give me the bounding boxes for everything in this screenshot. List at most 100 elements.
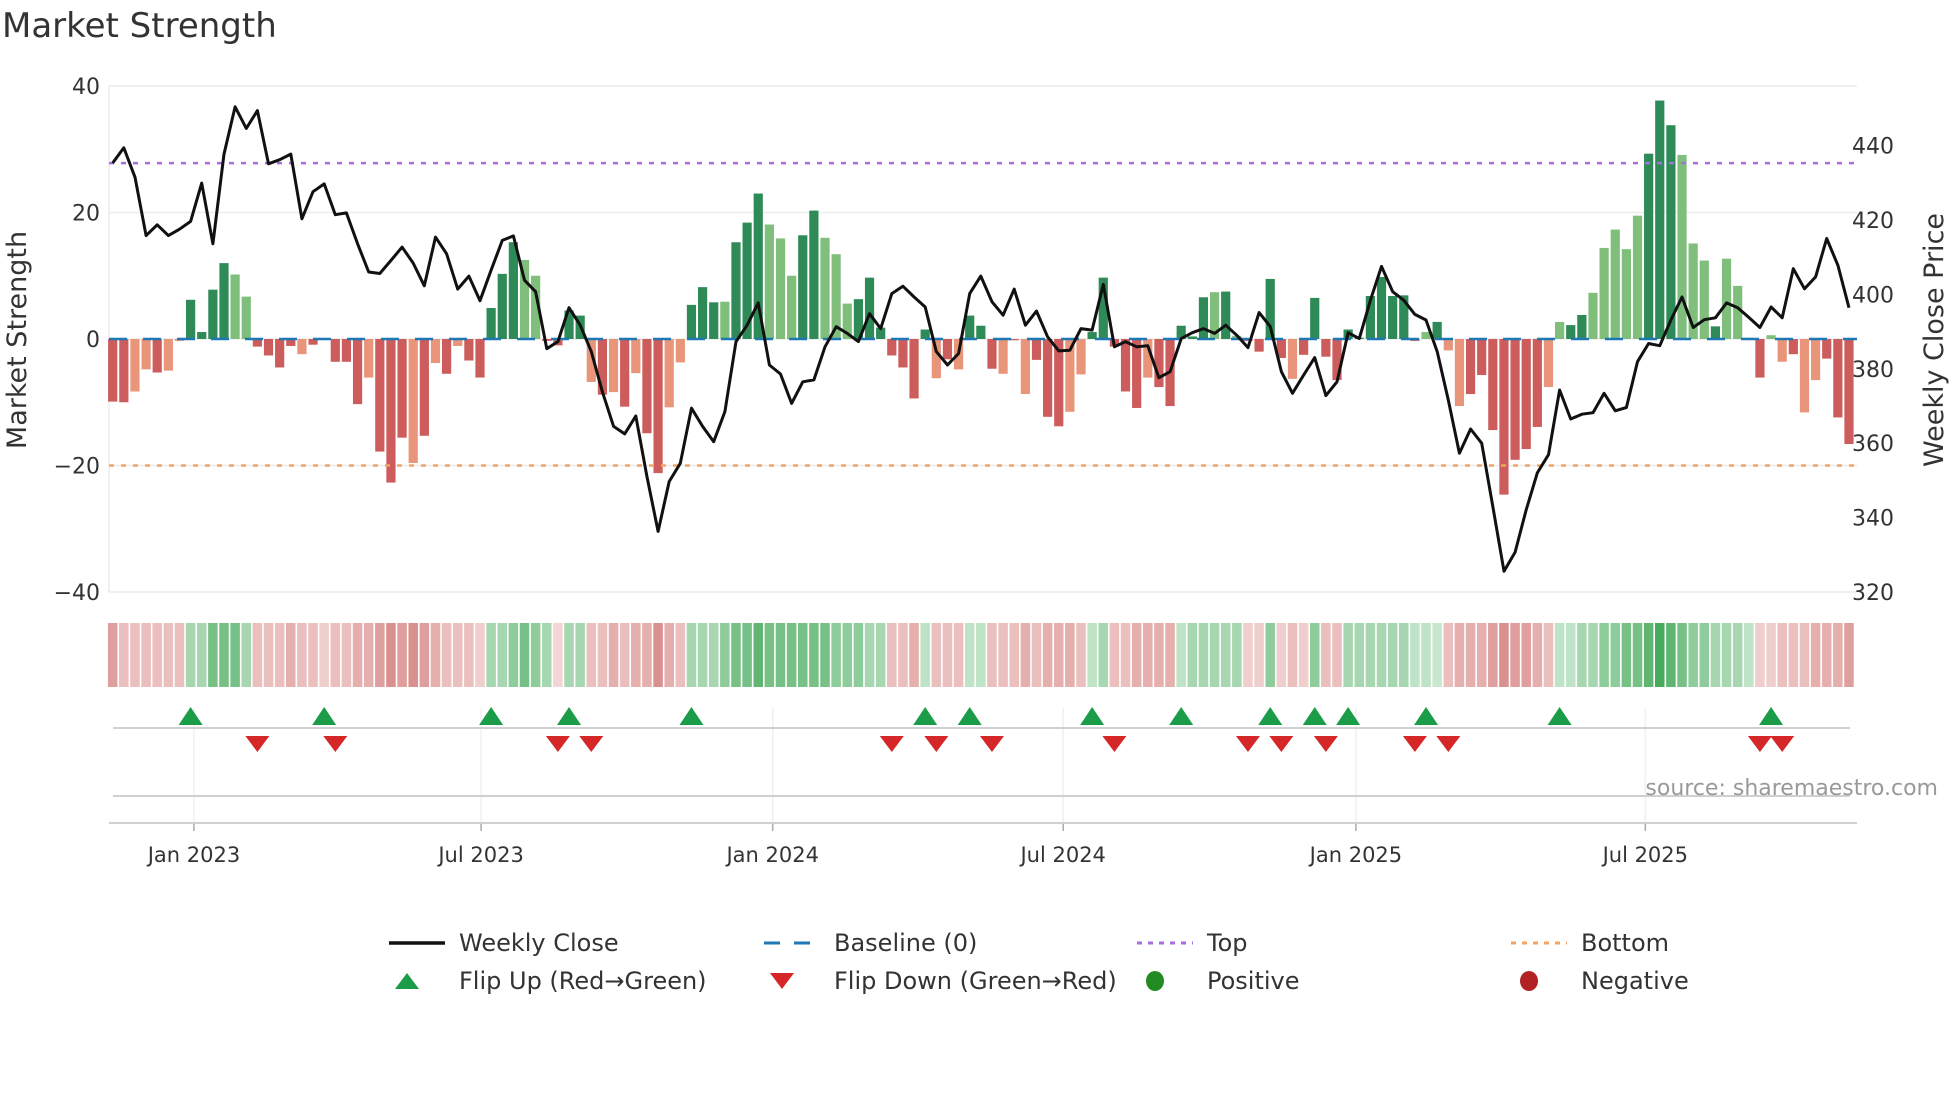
- heat-cell: [553, 623, 563, 687]
- strength-bar: [631, 339, 641, 374]
- strength-bar: [1076, 339, 1086, 375]
- heat-cell: [1365, 623, 1376, 687]
- strength-bar: [887, 339, 897, 356]
- y-axis-title: Market Strength: [2, 231, 33, 449]
- heat-cell: [1031, 623, 1042, 687]
- strength-bar: [219, 263, 229, 339]
- flip-down-marker: [1747, 736, 1772, 752]
- heat-cell: [185, 623, 196, 687]
- strength-bar: [1287, 339, 1298, 379]
- strength-bar: [920, 329, 930, 339]
- legend-item-up: Flip Up (Red→Green): [389, 963, 707, 999]
- heat-cell: [1588, 623, 1598, 687]
- legend-dash-icon: [764, 941, 820, 945]
- flip-up-marker: [913, 707, 938, 725]
- strength-bar: [1632, 215, 1643, 339]
- strength-bar: [1677, 154, 1687, 339]
- heat-cell: [1421, 623, 1431, 687]
- heat-cell: [1232, 623, 1242, 687]
- flip-down-marker: [323, 736, 348, 752]
- strength-bar: [720, 301, 730, 339]
- strength-bar: [1699, 260, 1709, 339]
- heat-cell: [642, 623, 652, 687]
- strength-bar: [1599, 247, 1609, 339]
- y2-tick-label: 360: [1852, 432, 1894, 457]
- strength-bar: [1588, 292, 1598, 339]
- legend-label: Baseline (0): [834, 929, 978, 957]
- heat-cell: [508, 623, 519, 687]
- strength-bar: [1310, 297, 1320, 339]
- heat-cell: [1198, 623, 1209, 687]
- strength-bar: [442, 339, 452, 374]
- flip-down-marker: [1313, 736, 1338, 752]
- heat-cell: [1554, 623, 1565, 687]
- heat-strip: [107, 623, 1854, 687]
- strength-bar: [1477, 339, 1487, 376]
- strength-bar: [1788, 339, 1798, 355]
- strength-bar: [1666, 125, 1676, 339]
- heat-cell: [1488, 623, 1498, 687]
- strength-bar: [1799, 339, 1810, 413]
- strength-bar: [1321, 339, 1331, 357]
- heat-cell: [1143, 623, 1153, 687]
- heat-cell: [1154, 623, 1164, 687]
- strength-bar: [152, 339, 162, 373]
- flip-up-marker: [1547, 707, 1572, 725]
- strength-bar: [1132, 339, 1142, 408]
- flip-down-marker: [979, 736, 1004, 752]
- signal-panel: [113, 707, 1850, 823]
- heat-cell: [1187, 623, 1198, 687]
- heat-cell: [1744, 623, 1754, 687]
- strength-bar: [1610, 229, 1620, 339]
- flip-up-marker: [679, 707, 704, 725]
- flip-up-marker: [957, 707, 982, 725]
- heat-cell: [1521, 623, 1531, 687]
- heat-cell: [163, 623, 174, 687]
- heat-cell: [853, 623, 864, 687]
- strength-bar: [475, 339, 485, 378]
- heat-cell: [542, 623, 552, 687]
- y-tick-label: −40: [54, 581, 100, 606]
- strength-bars: [108, 100, 1854, 495]
- heat-cell: [875, 623, 886, 687]
- strength-bar: [764, 224, 774, 339]
- heat-cell: [1543, 623, 1554, 687]
- strength-bar: [1388, 295, 1398, 339]
- heat-cell: [1209, 623, 1220, 687]
- strength-bar: [1454, 339, 1465, 407]
- heat-cell: [1354, 623, 1365, 687]
- heat-cell: [530, 623, 541, 687]
- heat-cell: [1499, 623, 1509, 687]
- legend-label: Flip Up (Red→Green): [459, 967, 707, 995]
- heat-cell: [742, 623, 752, 687]
- heat-cell: [1220, 623, 1231, 687]
- strength-bar: [430, 339, 441, 364]
- strength-bar: [1031, 339, 1042, 360]
- flip-down-marker: [1770, 736, 1795, 752]
- strength-bar: [898, 339, 908, 368]
- heat-cell: [1276, 623, 1287, 687]
- strength-bar: [230, 274, 240, 339]
- heat-cell: [1376, 623, 1387, 687]
- heat-cell: [1087, 623, 1097, 687]
- heat-cell: [1454, 623, 1465, 687]
- heat-cell: [1254, 623, 1264, 687]
- strength-bar: [731, 242, 741, 339]
- strength-bar: [686, 304, 697, 339]
- heat-cell: [1243, 623, 1253, 687]
- heat-cell: [653, 623, 663, 687]
- strength-bar: [697, 287, 708, 339]
- legend-item-line: Weekly Close: [389, 925, 619, 961]
- heat-cell: [976, 623, 986, 687]
- heat-cell: [408, 623, 418, 687]
- strength-bar: [1043, 339, 1053, 417]
- strength-bar: [1443, 339, 1453, 351]
- strength-bar: [141, 339, 151, 370]
- heat-cell: [1265, 623, 1275, 687]
- y2-tick-label: 420: [1852, 209, 1894, 234]
- strength-bar: [1655, 100, 1665, 339]
- heat-cell: [519, 623, 530, 687]
- strength-bar: [397, 339, 407, 438]
- y-tick-label: 0: [86, 328, 100, 353]
- strength-bar: [1577, 314, 1587, 339]
